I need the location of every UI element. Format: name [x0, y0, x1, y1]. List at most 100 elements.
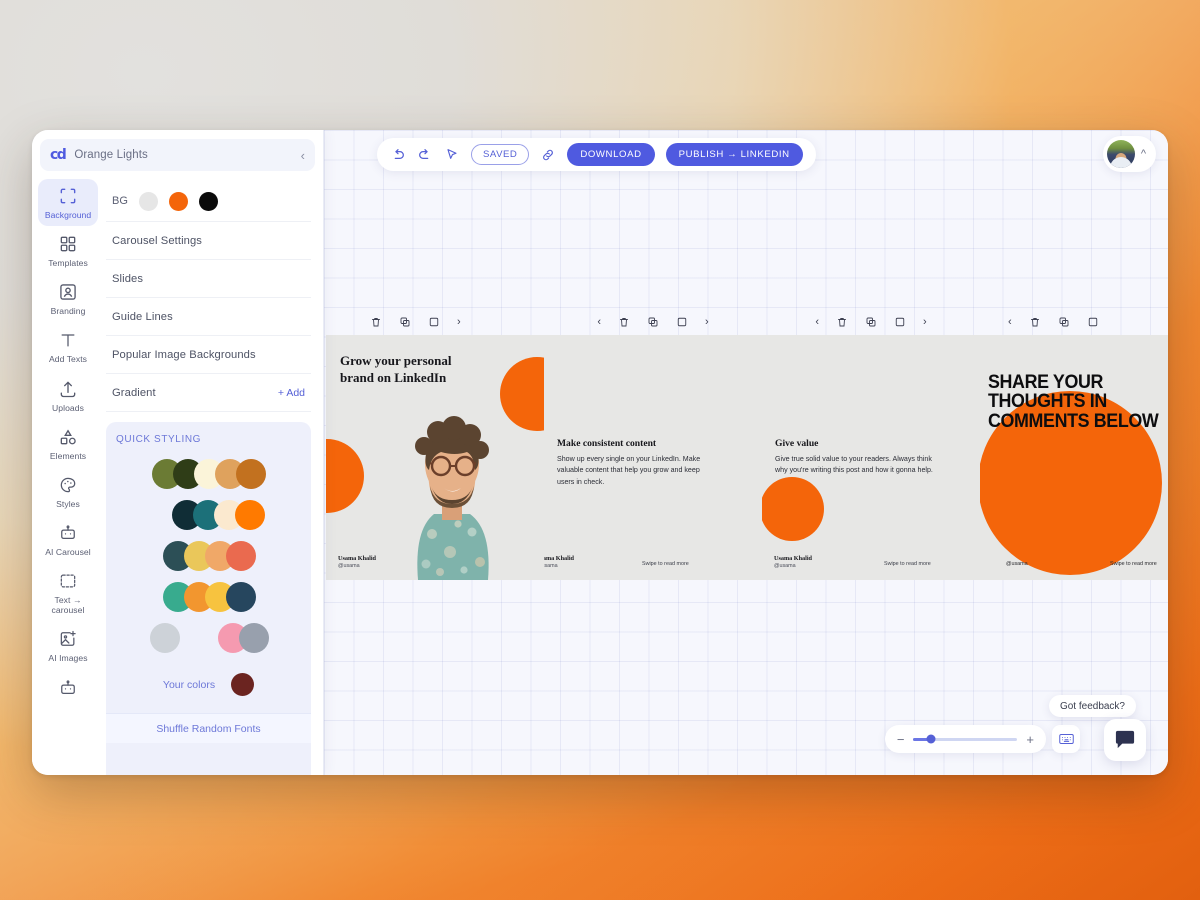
trash-icon[interactable]	[836, 316, 848, 328]
bg-label: BG	[112, 195, 128, 207]
palette-row[interactable]	[116, 541, 301, 571]
trash-icon[interactable]	[618, 316, 630, 328]
your-color-swatch[interactable]	[231, 673, 255, 696]
person-photo	[388, 402, 516, 580]
sidebar-item-ai-extra[interactable]	[38, 671, 98, 704]
sidebar-item-templates[interactable]: Templates	[38, 227, 98, 274]
slides-strip: › Grow your personal brand on LinkedIn U…	[326, 316, 1168, 580]
zoom-in-button[interactable]: +	[1026, 733, 1034, 746]
slide-byline: Usama Khalid @usama	[544, 555, 574, 569]
text-t-icon	[61, 334, 75, 347]
canvas-area[interactable]: SAVED DOWNLOAD PUBLISH → LINKEDIN ^ › Gr…	[324, 130, 1168, 775]
sidebar-item-uploads[interactable]: Uploads	[38, 372, 98, 419]
sidebar-item-label: Add Texts	[48, 354, 88, 365]
palette-swatch[interactable]	[184, 623, 214, 653]
palette-row[interactable]	[116, 459, 301, 489]
palette-swatch[interactable]	[235, 459, 266, 489]
copy-icon[interactable]	[647, 316, 659, 328]
quick-styling-title: QUICK STYLING	[116, 434, 202, 445]
your-colors-label: Your colors	[162, 678, 216, 691]
sidebar-item-text-to-carousel[interactable]: Text → carousel	[38, 564, 98, 621]
slide-toolbar-2: ‹ ›	[544, 313, 762, 331]
zoom-control: − +	[884, 725, 1046, 753]
chevron-right-icon[interactable]: ›	[457, 316, 461, 328]
bg-swatch-orange[interactable]	[168, 191, 188, 211]
sidebar-item-styles[interactable]: Styles	[38, 468, 98, 515]
copy-icon[interactable]	[865, 316, 877, 328]
undo-icon[interactable]	[390, 147, 406, 163]
robot-icon	[61, 525, 75, 540]
chat-button[interactable]	[1104, 719, 1146, 761]
chat-bubble-icon	[1115, 730, 1135, 749]
chevron-right-icon[interactable]: ›	[705, 316, 709, 328]
menu-row-guide-lines[interactable]: Guide Lines	[106, 298, 311, 336]
byline-handle: @usama	[1006, 561, 1028, 567]
palette-swatch[interactable]	[150, 623, 180, 653]
zoom-slider-knob[interactable]	[926, 734, 936, 744]
slide-wrap-1: › Grow your personal brand on LinkedIn U…	[326, 316, 544, 580]
sidebar-item-elements[interactable]: Elements	[38, 420, 98, 467]
link-icon[interactable]	[540, 147, 556, 163]
slide-3[interactable]: Give value Give true solid value to your…	[762, 335, 980, 580]
shuffle-random-fonts-button[interactable]: Shuffle Random Fonts	[106, 713, 311, 743]
sidebar-item-label: Uploads	[52, 402, 84, 413]
palette-swatch[interactable]	[226, 541, 256, 571]
trash-icon[interactable]	[1029, 316, 1041, 328]
account-menu[interactable]: ^	[1102, 136, 1156, 172]
byline-name: Usama Khalid	[774, 555, 812, 562]
saved-status-badge[interactable]: SAVED	[471, 144, 530, 165]
feedback-tooltip[interactable]: Got feedback?	[1048, 695, 1136, 717]
square-icon[interactable]	[1087, 316, 1099, 328]
chevron-left-icon[interactable]: ‹	[597, 316, 601, 328]
palette-swatch[interactable]	[239, 623, 269, 653]
cursor-icon[interactable]	[444, 147, 460, 163]
copy-icon[interactable]	[399, 316, 411, 328]
slide-2[interactable]: Make consistent content Show up every si…	[544, 335, 762, 580]
menu-row-gradient[interactable]: Gradient + Add	[106, 374, 311, 412]
chevron-right-icon[interactable]: ›	[923, 316, 927, 328]
palette-swatch[interactable]	[226, 582, 256, 612]
add-gradient-button[interactable]: + Add	[278, 387, 305, 399]
menu-row-slides[interactable]: Slides	[106, 260, 311, 298]
menu-row-carousel-settings[interactable]: Carousel Settings	[106, 222, 311, 260]
slide-4[interactable]: SHARE YOUR THOUGHTS IN COMMENTS BELOW @u…	[980, 335, 1168, 580]
palette-row[interactable]	[116, 500, 301, 530]
square-icon[interactable]	[676, 316, 688, 328]
chevron-up-icon[interactable]: ^	[1141, 148, 1146, 160]
bg-swatch-light[interactable]	[138, 191, 158, 211]
sidebar-item-ai-carousel[interactable]: AI Carousel	[38, 516, 98, 563]
sidebar-item-branding[interactable]: Branding	[38, 275, 98, 322]
shapes-icon	[60, 429, 76, 445]
palette-swatch[interactable]	[235, 500, 265, 530]
slide-1[interactable]: Grow your personal brand on LinkedIn Usa…	[326, 335, 544, 580]
redo-icon[interactable]	[417, 147, 433, 163]
slide-body: Give true solid value to your readers. A…	[775, 455, 933, 475]
zoom-slider[interactable]	[913, 734, 1018, 744]
square-icon[interactable]	[894, 316, 906, 328]
copy-icon[interactable]	[1058, 316, 1070, 328]
slide-title: Grow your personal brand on LinkedIn	[340, 353, 452, 385]
keyboard-shortcuts-button[interactable]	[1052, 725, 1080, 753]
menu-row-popular-image-backgrounds[interactable]: Popular Image Backgrounds	[106, 336, 311, 374]
avatar[interactable]	[1106, 140, 1135, 168]
sidebar-item-background[interactable]: Background	[38, 179, 98, 227]
download-button[interactable]: DOWNLOAD	[567, 143, 655, 166]
square-icon[interactable]	[428, 316, 440, 328]
sidebar-item-add-texts[interactable]: Add Texts	[38, 323, 98, 370]
tool-rail: Background Templates Branding Add Texts …	[32, 175, 104, 775]
byline-name: Usama Khalid	[544, 555, 574, 562]
zoom-out-button[interactable]: −	[897, 733, 905, 746]
trash-icon[interactable]	[370, 316, 382, 328]
sidebar-item-ai-images[interactable]: AI Images	[38, 622, 98, 669]
project-bar[interactable]: cd Orange Lights ‹	[40, 139, 315, 171]
collapse-panel-icon[interactable]: ‹	[301, 149, 305, 162]
palette-row[interactable]	[116, 582, 301, 612]
palette-row[interactable]	[116, 623, 301, 653]
your-colors-row: Your colors	[116, 673, 301, 696]
chevron-left-icon[interactable]: ‹	[815, 316, 819, 328]
publish-linkedin-button[interactable]: PUBLISH → LINKEDIN	[665, 143, 803, 166]
image-plus-icon	[60, 631, 76, 647]
bg-swatch-black[interactable]	[198, 191, 218, 211]
chevron-left-icon[interactable]: ‹	[1008, 316, 1012, 328]
slide-swipe-label: Swipe to read more	[1110, 561, 1157, 567]
